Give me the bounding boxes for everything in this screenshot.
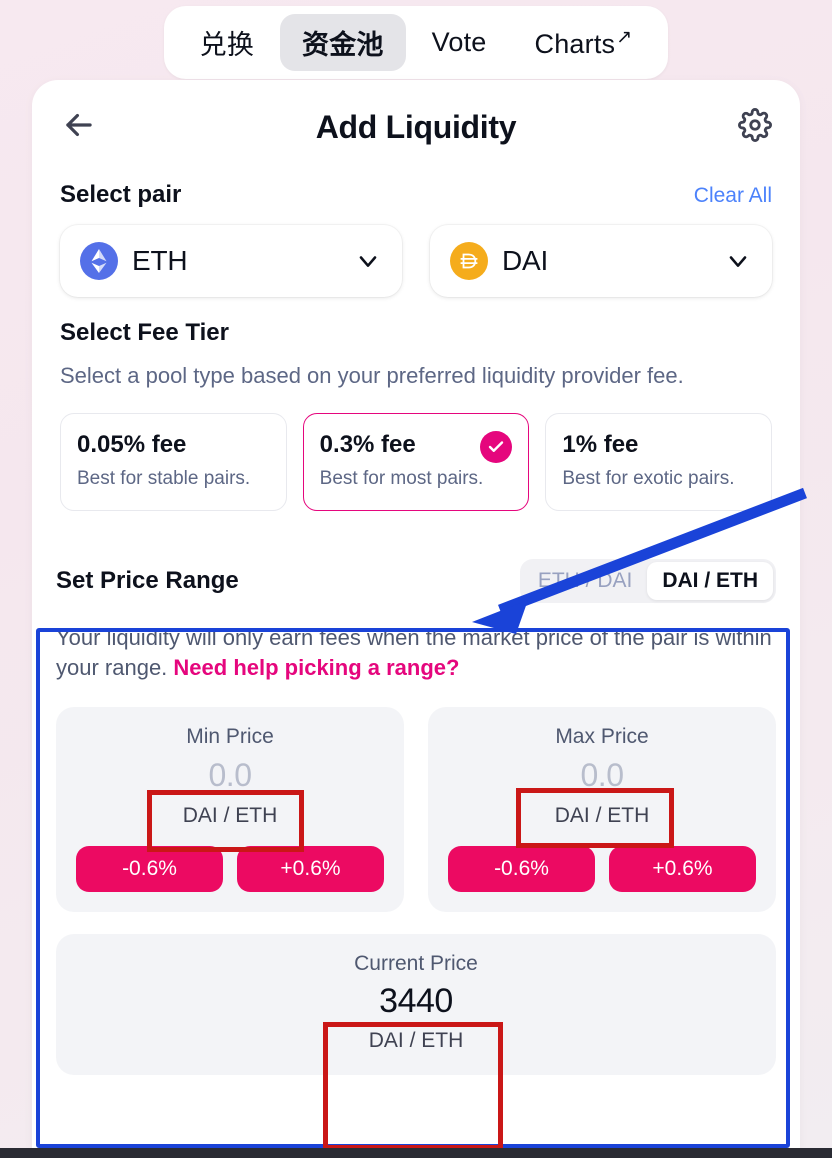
nav-item-swap[interactable]: 兑换 [178, 14, 276, 71]
clear-all-button[interactable]: Clear All [694, 184, 772, 208]
price-range-title: Set Price Range [56, 566, 239, 594]
select-pair-title: Select pair [60, 181, 182, 208]
fee-subtitle: Best for exotic pairs. [562, 467, 735, 489]
fee-amount: 0.05% fee [77, 430, 187, 458]
token-selector-row: ETH DAI [32, 209, 800, 297]
nav-item-charts-label: Charts [534, 28, 616, 59]
add-liquidity-card: Add Liquidity Select pair Clear All ETH … [32, 80, 800, 1150]
nav-item-charts[interactable]: Charts↗ [513, 17, 655, 69]
toggle-option-dai-eth[interactable]: DAI / ETH [647, 561, 773, 600]
current-price-card: Current Price 3440 DAI / ETH [56, 933, 776, 1075]
token-symbol-dai: DAI [502, 245, 549, 276]
max-price-label: Max Price [555, 724, 649, 748]
page-title: Add Liquidity [315, 109, 517, 145]
nav-pill: 兑换 资金池 Vote Charts↗ [163, 6, 669, 79]
fee-tier-header: Select Fee Tier [32, 297, 800, 347]
min-max-price-row: Min Price 0.0 DAI / ETH -0.6% +0.6% Max … [56, 706, 776, 912]
fee-subtitle: Best for stable pairs. [77, 467, 251, 489]
min-price-label: Min Price [186, 724, 274, 748]
dai-token-icon [450, 242, 488, 280]
fee-option-03[interactable]: 0.3% fee Best for most pairs. [302, 412, 530, 511]
check-icon [480, 430, 513, 463]
fee-subtitle: Best for most pairs. [319, 467, 484, 489]
nav-item-vote[interactable]: Vote [410, 18, 509, 67]
min-price-increment-button[interactable]: +0.6% [237, 845, 384, 892]
max-price-input[interactable]: 0.0 [448, 757, 756, 794]
token-selector-eth[interactable]: ETH [60, 225, 402, 297]
token-symbol-eth: ETH [132, 245, 188, 276]
need-help-picking-range-link[interactable]: Need help picking a range? [173, 655, 459, 680]
nav-item-pool[interactable]: 资金池 [280, 14, 406, 71]
fee-amount: 1% fee [562, 430, 639, 458]
arrow-left-icon [60, 106, 98, 149]
fee-tier-title: Select Fee Tier [60, 319, 229, 346]
chevron-down-icon[interactable] [354, 247, 382, 275]
min-price-steppers: -0.6% +0.6% [76, 845, 384, 892]
current-price-pair: DAI / ETH [368, 1028, 464, 1052]
fee-tier-options: 0.05% fee Best for stable pairs. 0.3% fe… [32, 391, 800, 511]
price-range-header: Set Price Range ETH / DAI DAI / ETH [56, 558, 776, 603]
min-price-card: Min Price 0.0 DAI / ETH -0.6% +0.6% [56, 706, 404, 912]
fee-tier-description: Select a pool type based on your preferr… [60, 363, 684, 388]
gear-icon [738, 108, 772, 147]
max-price-increment-button[interactable]: +0.6% [609, 845, 756, 892]
back-button[interactable] [60, 106, 100, 149]
chevron-down-icon[interactable] [724, 247, 752, 275]
price-direction-toggle: ETH / DAI DAI / ETH [519, 558, 776, 603]
max-price-steppers: -0.6% +0.6% [448, 845, 756, 892]
current-price-label: Current Price [354, 951, 478, 975]
external-link-icon: ↗ [616, 26, 633, 48]
current-price-value: 3440 [379, 981, 453, 1020]
token-selector-dai[interactable]: DAI [430, 225, 772, 297]
top-navigation: 兑换 资金池 Vote Charts↗ [0, 0, 832, 79]
toggle-option-eth-dai[interactable]: ETH / DAI [523, 562, 648, 600]
min-price-input[interactable]: 0.0 [76, 757, 384, 794]
card-header: Add Liquidity [32, 80, 800, 159]
select-pair-header: Select pair Clear All [32, 159, 800, 209]
fee-option-005[interactable]: 0.05% fee Best for stable pairs. [60, 412, 287, 511]
price-range-description: Your liquidity will only earn fees when … [56, 623, 776, 683]
settings-button[interactable] [732, 108, 772, 147]
min-price-pair: DAI / ETH [182, 803, 278, 827]
max-price-card: Max Price 0.0 DAI / ETH -0.6% +0.6% [428, 706, 776, 912]
bottom-strip [0, 1148, 832, 1158]
set-price-range-section: Set Price Range ETH / DAI DAI / ETH Your… [32, 539, 800, 1097]
fee-option-1[interactable]: 1% fee Best for exotic pairs. [545, 412, 773, 511]
eth-token-icon [80, 242, 118, 280]
min-price-decrement-button[interactable]: -0.6% [76, 845, 223, 892]
max-price-pair: DAI / ETH [554, 803, 650, 827]
max-price-decrement-button[interactable]: -0.6% [448, 845, 595, 892]
